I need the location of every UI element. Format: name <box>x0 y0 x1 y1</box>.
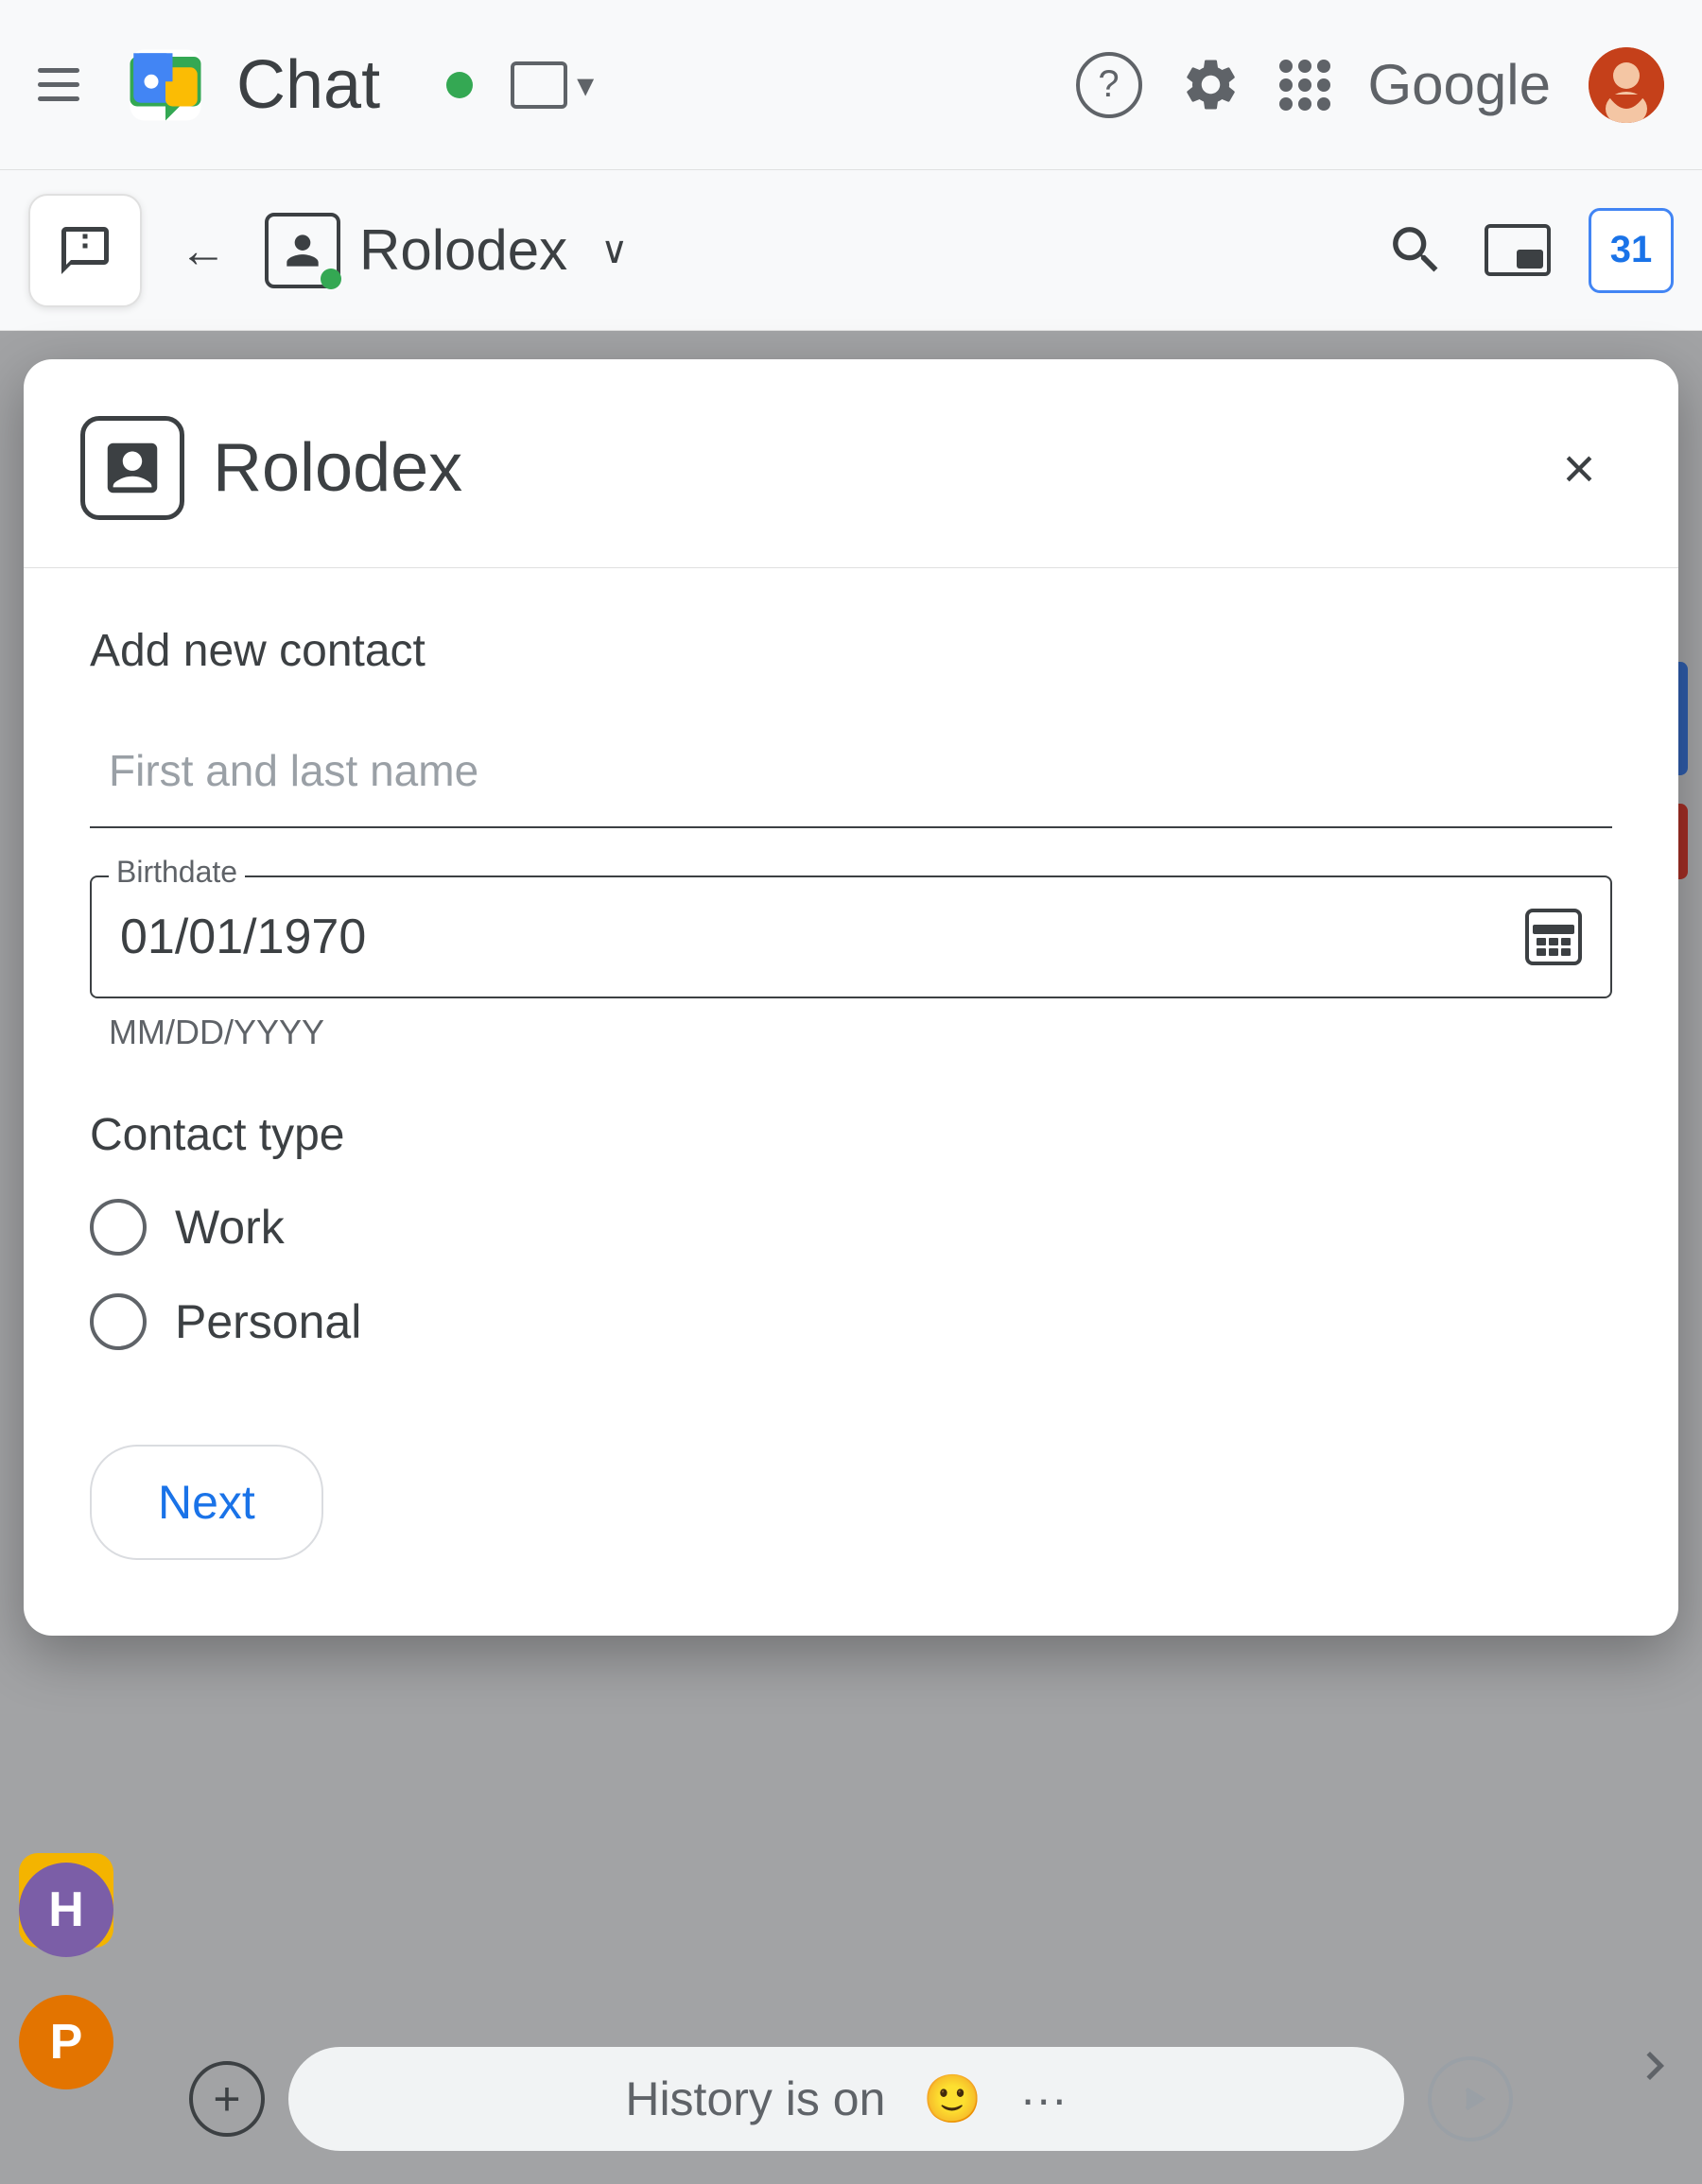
help-icon[interactable]: ? <box>1076 52 1142 118</box>
birthdate-value: 01/01/1970 <box>120 909 366 965</box>
sub-navigation-bar: ← Rolodex ∨ 31 <box>0 170 1702 331</box>
top-bar: Chat ▾ ? Google <box>0 0 1702 170</box>
modal-close-button[interactable]: × <box>1546 435 1612 501</box>
window-icon <box>511 61 567 109</box>
search-icon[interactable] <box>1385 219 1447 281</box>
radio-option-personal[interactable]: Personal <box>90 1293 1612 1350</box>
next-button[interactable]: Next <box>90 1445 323 1560</box>
rolodex-modal: Rolodex × Add new contact Birthdate 01/0… <box>24 359 1678 1636</box>
pip-icon[interactable] <box>1485 224 1551 276</box>
radio-personal-label: Personal <box>175 1294 361 1349</box>
modal-title-text: Rolodex <box>213 429 1546 507</box>
page-title: Rolodex <box>359 217 567 283</box>
contact-type-label: Contact type <box>90 1109 1612 1161</box>
birthdate-label: Birthdate <box>109 855 245 890</box>
modal-header: Rolodex × <box>24 359 1678 568</box>
rolodex-contact-icon <box>265 213 340 288</box>
app-title: Chat <box>236 46 380 124</box>
status-indicator <box>446 72 473 98</box>
sidebar-avatar-p[interactable]: P <box>19 1995 113 2089</box>
modal-overlay: Rolodex × Add new contact Birthdate 01/0… <box>0 331 1702 2184</box>
birthdate-field-wrapper: Birthdate 01/01/1970 <box>90 875 1612 1052</box>
emoji-button[interactable]: 🙂 <box>923 2071 981 2127</box>
send-message-button[interactable] <box>1428 2056 1513 2141</box>
modal-logo-icon <box>80 416 184 520</box>
date-format-hint: MM/DD/YYYY <box>109 1013 1612 1052</box>
chat-logo-icon <box>123 43 208 128</box>
calendar-picker-icon[interactable] <box>1525 909 1582 965</box>
window-mode-toggle[interactable]: ▾ <box>511 61 594 109</box>
history-status-text: History is on <box>625 2071 885 2126</box>
topbar-right: ? Google <box>1076 47 1664 123</box>
window-dropdown-arrow: ▾ <box>577 65 594 105</box>
hamburger-menu[interactable] <box>38 57 95 113</box>
compose-button[interactable] <box>28 194 142 307</box>
name-input[interactable] <box>90 715 1612 828</box>
sidebar-user-avatars: H P <box>19 1863 113 2089</box>
modal-body: Add new contact Birthdate 01/01/1970 <box>24 568 1678 1636</box>
main-content-area: Rolodex × Add new contact Birthdate 01/0… <box>0 331 1702 2184</box>
user-avatar[interactable] <box>1589 47 1664 123</box>
back-button[interactable]: ← <box>180 223 227 278</box>
settings-icon[interactable] <box>1180 54 1242 115</box>
add-contact-section-title: Add new contact <box>90 625 1612 677</box>
google-brand-text: Google <box>1368 52 1551 117</box>
radio-work-circle <box>90 1199 147 1256</box>
scroll-right-button[interactable] <box>1626 2037 1683 2099</box>
page-dropdown-arrow[interactable]: ∨ <box>600 229 628 272</box>
radio-personal-circle <box>90 1293 147 1350</box>
birthdate-input-container[interactable]: 01/01/1970 <box>90 875 1612 998</box>
apps-grid-icon[interactable] <box>1279 60 1330 111</box>
online-status-dot <box>321 269 341 289</box>
more-options-button[interactable]: ··· <box>1020 2071 1068 2126</box>
subbar-right: 31 <box>1385 208 1674 293</box>
sidebar-avatar-h[interactable]: H <box>19 1863 113 1957</box>
add-attachment-button[interactable]: + <box>189 2061 265 2137</box>
chat-input-area: + History is on 🙂 ··· <box>189 2047 1513 2151</box>
radio-work-label: Work <box>175 1200 285 1255</box>
page-identity: Rolodex ∨ <box>265 213 628 288</box>
chat-input-pill[interactable]: History is on 🙂 ··· <box>288 2047 1404 2151</box>
radio-option-work[interactable]: Work <box>90 1199 1612 1256</box>
calendar-icon[interactable]: 31 <box>1589 208 1674 293</box>
